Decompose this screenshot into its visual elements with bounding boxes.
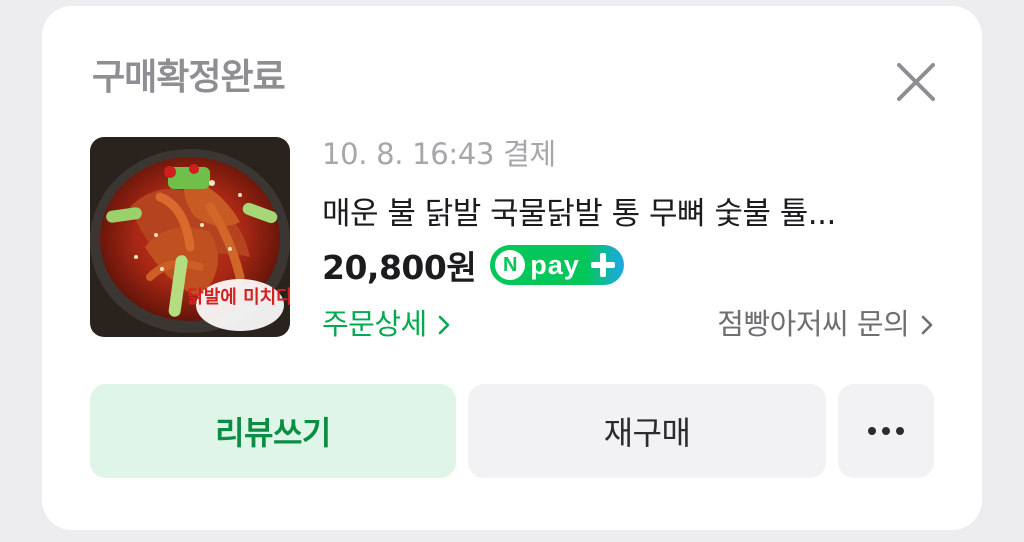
close-button[interactable]: [894, 60, 938, 104]
product-thumbnail[interactable]: 닭발에 미치다: [90, 137, 290, 337]
more-options-button[interactable]: [838, 384, 934, 478]
price-row: 20,800원 N pay: [322, 242, 625, 288]
chevron-right-icon: [439, 315, 450, 335]
order-card: 구매확정완료 닭발에 미치다 10. 8. 16:43 결제 매운 불 닭발 국…: [42, 6, 982, 530]
naver-n-icon: N: [495, 250, 526, 280]
product-image: 닭발에 미치다: [90, 137, 290, 337]
rebuy-button[interactable]: 재구매: [468, 384, 826, 478]
close-icon: [897, 63, 935, 101]
seller-inquiry-label: 점빵아저씨 문의: [717, 307, 910, 341]
chevron-right-icon: [921, 315, 933, 335]
price: 20,800원: [322, 248, 477, 287]
more-dots-icon: [868, 427, 904, 435]
order-datetime: 10. 8. 16:43 결제: [322, 137, 556, 171]
npay-label: pay: [530, 249, 580, 280]
order-detail-label: 주문상세: [322, 307, 427, 341]
seller-inquiry-link[interactable]: 점빵아저씨 문의: [717, 304, 934, 344]
write-review-button[interactable]: 리뷰쓰기: [90, 384, 456, 478]
product-name[interactable]: 매운 불 닭발 국물닭발 통 무뼈 숯불 튤...: [322, 192, 942, 236]
plus-icon: [591, 253, 616, 277]
status-title: 구매확정완료: [92, 57, 286, 98]
order-detail-link[interactable]: 주문상세: [322, 304, 451, 344]
npay-plus-badge: N pay: [490, 245, 625, 285]
thumbnail-logo-text: 닭발에 미치다: [187, 287, 290, 308]
